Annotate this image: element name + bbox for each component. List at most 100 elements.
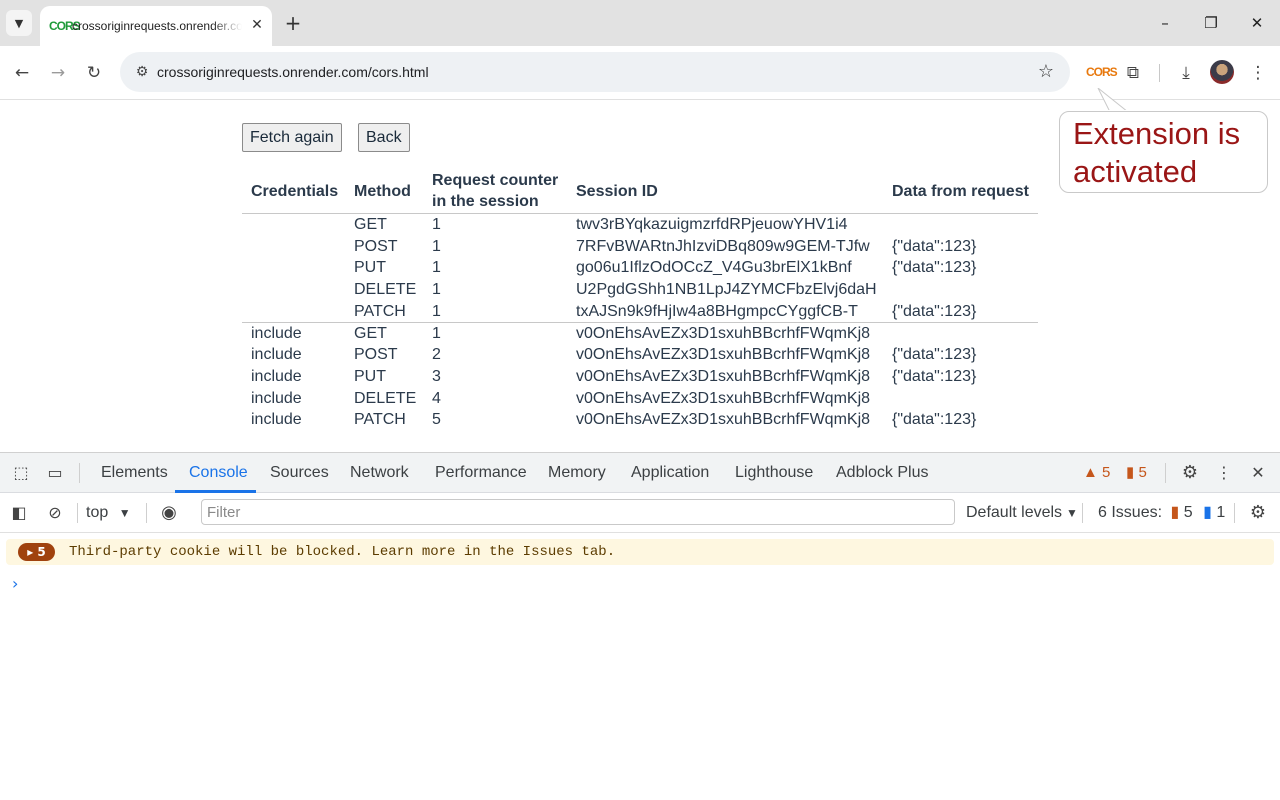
cell-session-id: v0OnEhsAvEZx3D1sxuhBBcrhfFWqmKj8 [576,367,871,385]
devtools-menu-icon[interactable]: ⋮ [1211,460,1237,486]
inspect-element-icon[interactable]: ⬚ [8,460,34,486]
devtools-divider [1165,463,1166,483]
cell-data: {"data":123} [892,411,977,429]
cell-credentials: include [251,367,302,385]
cell-counter: 1 [432,216,441,233]
clear-console-icon[interactable]: ⊘ [42,500,68,526]
dropdown-arrow-icon: ▼ [1066,506,1078,520]
new-tab-button[interactable]: + [280,10,306,36]
context-select[interactable]: top ▼ [86,501,131,525]
forward-arrow-icon[interactable]: → [44,59,72,87]
cell-session-id: v0OnEhsAvEZx3D1sxuhBBcrhfFWqmKj8 [576,324,871,342]
cell-method: GET [354,324,387,342]
cell-method: PUT [354,259,386,277]
message-group-count[interactable]: ▸ 5 [18,543,55,561]
table-row: PUT 1 go06u1IflzOdOCcZ_V4Gu3brElX1kBnf {"da… [242,257,1038,279]
console-filter-input[interactable] [201,499,955,525]
cell-session-id: v0OnEhsAvEZx3D1sxuhBBcrhfFWqmKj8 [576,389,871,407]
cell-method: DELETE [354,281,417,299]
issues-badge[interactable]: ▮ 5 [1126,464,1147,482]
close-devtools-icon[interactable]: ✕ [1245,460,1271,486]
browser-tab[interactable]: CORS crossoriginrequests.onrender.com/co… [40,6,272,46]
sidebar-toggle-icon[interactable]: ◧ [6,500,32,526]
warnings-badge[interactable]: ▲ 5 [1083,464,1110,482]
device-toolbar-icon[interactable]: ▭ [42,460,68,486]
download-icon[interactable]: ⤓ [1172,59,1200,87]
table-row: DELETE 1 U2PgdGShh1NB1LpJ4ZYMCFbzElvj6daH [242,279,1038,301]
issues-warnings-count: 5 [1183,504,1193,521]
table-row: include DELETE 4 v0OnEhsAvEZx3D1sxuhBBcrhfF… [242,388,1038,410]
devtools-tab-bar: ⬚ ▭ Elements Console Sources Network Perform… [0,453,1280,493]
tab-network[interactable]: Network [350,453,409,493]
tab-lighthouse[interactable]: Lighthouse [735,453,813,493]
cell-method: POST [354,237,398,255]
cell-method: PUT [354,367,386,385]
tab-close-icon[interactable]: ✕ [246,14,268,36]
log-levels-select[interactable]: Default levels ▼ [966,501,1078,525]
reload-icon[interactable]: ↻ [80,59,108,87]
header-counter-line2: in the session [432,193,539,210]
tab-sources[interactable]: Sources [270,453,329,493]
table-row: include GET 1 v0OnEhsAvEZx3D1sxuhBBcrhfFWqm… [242,323,1038,345]
cors-extension-icon[interactable]: CORS [1086,61,1118,83]
cell-session-id: U2PgdGShh1NB1LpJ4ZYMCFbzElvj6daH [576,281,877,299]
bookmark-star-icon[interactable]: ☆ [1032,58,1060,86]
profile-avatar[interactable] [1210,60,1234,84]
cell-counter: 5 [432,411,441,429]
issues-info-count: 1 [1216,504,1226,521]
address-bar[interactable]: ⚙ crossoriginrequests.onrender.com/cors.… [120,52,1070,92]
minimize-icon[interactable]: – [1150,8,1180,38]
cell-counter: 1 [432,281,441,299]
cell-credentials: include [251,346,302,364]
header-data: Data from request [892,183,1029,200]
cell-data: {"data":123} [892,367,977,385]
issues-summary[interactable]: 6 Issues: ▮ 5 ▮ 1 [1098,501,1225,525]
cell-session-id: go06u1IflzOdOCcZ_V4Gu3brElX1kBnf [576,259,852,277]
tab-adblock-plus[interactable]: Adblock Plus [836,453,929,493]
tab-application[interactable]: Application [631,453,709,493]
back-button[interactable]: Back [358,123,410,152]
fetch-again-button[interactable]: Fetch again [242,123,342,152]
cell-data: {"data":123} [892,346,977,364]
dropdown-arrow-icon: ▼ [118,506,131,520]
cell-credentials: include [251,389,302,407]
cell-session-id: 7RFvBWARtnJhIzviDBq809w9GEM-TJfw [576,237,870,255]
browser-toolbar: ← → ↻ ⚙ crossoriginrequests.onrender.com… [0,46,1280,100]
toolbar-divider [146,503,147,523]
tab-performance[interactable]: Performance [435,453,527,493]
settings-gear-icon[interactable]: ⚙ [1177,460,1203,486]
warnings-count: 5 [1102,464,1111,481]
tooltip-text: Extension is activated [1073,116,1241,189]
message-text: Third-party cookie will be blocked. Lear… [69,544,616,560]
tab-console[interactable]: Console [189,453,248,493]
console-prompt-chevron-icon[interactable]: › [12,573,18,595]
header-method: Method [354,183,411,200]
issues-label: 6 Issues: [1098,504,1163,521]
extension-activated-tooltip: Extension is activated [1059,111,1268,193]
devtools-panel: ⬚ ▭ Elements Console Sources Network Perform… [0,452,1280,800]
eye-icon[interactable]: ◉ [156,500,182,526]
restore-icon[interactable]: ❐ [1196,8,1226,38]
console-warning-message[interactable]: ▸ 5 Third-party cookie will be blocked. … [6,539,1274,565]
table-row: PATCH 1 txAJSn9k9fHjIw4a8BHgmpcCYggfCB-T {"… [242,301,1038,323]
tab-search-button[interactable]: ▼ [6,10,32,36]
header-credentials: Credentials [251,183,339,200]
cell-session-id: twv3rBYqkazuigmzrfdRPjeuowYHV1i4 [576,216,848,233]
tab-elements[interactable]: Elements [101,453,168,493]
cell-counter: 1 [432,324,441,342]
table-row: GET 1 twv3rBYqkazuigmzrfdRPjeuowYHV1i4 [242,214,1038,236]
window-close-icon[interactable]: ✕ [1242,8,1272,38]
kebab-menu-icon[interactable]: ⋮ [1244,59,1272,87]
back-arrow-icon[interactable]: ← [8,59,36,87]
cell-counter: 3 [432,367,441,385]
cell-method: GET [354,216,387,233]
cell-counter: 4 [432,389,441,407]
extensions-puzzle-icon[interactable]: ⧉ [1119,59,1147,87]
url-text[interactable]: crossoriginrequests.onrender.com/cors.ht… [157,63,429,81]
tab-memory[interactable]: Memory [548,453,606,493]
console-settings-gear-icon[interactable]: ⚙ [1245,500,1271,526]
toolbar-divider [1234,503,1235,523]
info-message-icon: ▮ [1203,504,1212,521]
site-settings-icon[interactable]: ⚙ [128,58,156,86]
context-value: top [86,504,109,521]
